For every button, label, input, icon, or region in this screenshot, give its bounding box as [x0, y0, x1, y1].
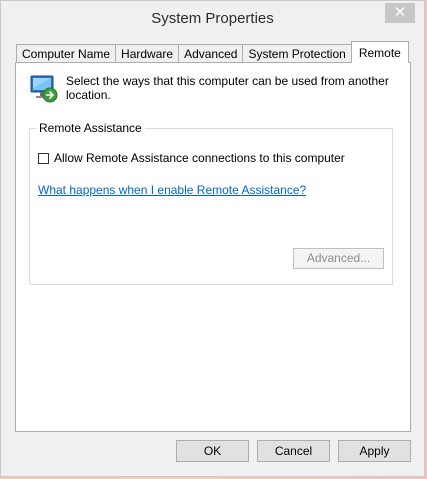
tab-hardware[interactable]: Hardware [115, 44, 180, 63]
remote-assistance-group-label: Remote Assistance [36, 121, 145, 135]
apply-button[interactable]: Apply [338, 440, 411, 462]
window-title: System Properties [151, 10, 274, 27]
remote-assistance-group: Remote Assistance Allow Remote Assistanc… [29, 121, 393, 285]
allow-remote-assistance-row[interactable]: Allow Remote Assistance connections to t… [38, 151, 345, 165]
tab-computer-name[interactable]: Computer Name [16, 44, 117, 63]
remote-tab-panel: Select the ways that this computer can b… [15, 62, 411, 432]
close-button[interactable]: ✕ [385, 3, 415, 23]
system-properties-window: System Properties ✕ Computer Name Hardwa… [0, 0, 425, 477]
close-icon: ✕ [393, 4, 407, 21]
tab-remote[interactable]: Remote [350, 41, 409, 63]
remote-intro-text: Select the ways that this computer can b… [66, 74, 389, 102]
allow-remote-assistance-label[interactable]: Allow Remote Assistance connections to t… [54, 151, 345, 165]
tab-strip: Computer Name Hardware Advanced System P… [16, 41, 409, 63]
dialog-body: Computer Name Hardware Advanced System P… [1, 37, 424, 476]
cancel-button[interactable]: Cancel [257, 440, 330, 462]
advanced-button: Advanced... [293, 248, 384, 269]
title-bar[interactable]: System Properties ✕ [1, 1, 424, 37]
tab-advanced[interactable]: Advanced [178, 44, 244, 63]
remote-assistance-help-link[interactable]: What happens when I enable Remote Assist… [38, 183, 306, 197]
ok-button[interactable]: OK [176, 440, 249, 462]
remote-computer-icon [30, 75, 58, 103]
tab-system-protection[interactable]: System Protection [242, 44, 352, 63]
allow-remote-assistance-checkbox[interactable] [38, 152, 49, 164]
